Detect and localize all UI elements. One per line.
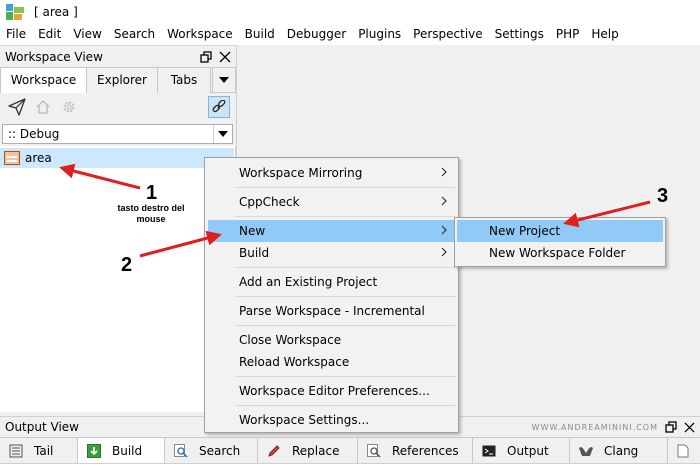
tab-explorer[interactable]: Explorer <box>86 67 158 93</box>
output-tab-output[interactable]: Output <box>473 438 570 464</box>
annotation-step-2: 2 <box>121 254 133 276</box>
chevron-down-icon <box>219 77 229 83</box>
link-icon <box>212 100 226 113</box>
watermark: WWW.ANDREAMININI.COM <box>531 422 658 432</box>
output-content <box>0 463 700 470</box>
menu-view[interactable]: View <box>67 24 107 45</box>
submenu-new: New Project New Workspace Folder <box>454 217 666 267</box>
terminal-icon <box>481 443 497 459</box>
annotation-step-3: 3 <box>657 185 669 207</box>
pencil-icon <box>266 443 282 459</box>
send-icon[interactable] <box>6 96 28 118</box>
menu-item-parse-workspace[interactable]: Parse Workspace - Incremental <box>208 300 455 322</box>
menu-bar: File Edit View Search Workspace Build De… <box>0 24 700 45</box>
tab-tabs[interactable]: Tabs <box>157 67 211 93</box>
search-icon <box>173 443 189 459</box>
tree-item-workspace[interactable]: area <box>0 148 234 168</box>
menu-item-new[interactable]: New <box>208 220 455 242</box>
output-tab-more[interactable] <box>668 438 700 464</box>
menu-help[interactable]: Help <box>585 24 624 45</box>
build-icon <box>86 443 102 459</box>
title-bar: [ area ] <box>0 0 700 24</box>
menu-debugger[interactable]: Debugger <box>281 24 352 45</box>
output-tabs: Tail Build Search Replace References Out… <box>0 437 700 464</box>
tabs-dropdown-button[interactable] <box>212 67 236 93</box>
output-tab-replace[interactable]: Replace <box>258 438 358 464</box>
output-tab-references[interactable]: References <box>358 438 473 464</box>
menu-settings[interactable]: Settings <box>489 24 550 45</box>
gear-icon[interactable] <box>58 96 80 118</box>
annotation-step-1: 1 <box>146 182 158 204</box>
menu-item-workspace-mirroring[interactable]: Workspace Mirroring <box>208 162 455 184</box>
chevron-down-icon <box>218 131 228 137</box>
menu-search[interactable]: Search <box>108 24 161 45</box>
tab-workspace[interactable]: Workspace <box>0 67 87 94</box>
menu-item-new-project[interactable]: New Project <box>457 220 663 242</box>
chevron-right-icon <box>441 167 447 177</box>
menu-file[interactable]: File <box>0 24 32 45</box>
menu-php[interactable]: PHP <box>550 24 586 45</box>
output-tab-tail[interactable]: Tail <box>0 438 78 464</box>
chevron-right-icon <box>441 225 447 235</box>
codelite-logo-icon <box>6 4 24 20</box>
workspace-tree: area <box>0 146 236 412</box>
clang-icon <box>578 443 594 459</box>
menu-perspective[interactable]: Perspective <box>407 24 489 45</box>
output-tab-clang[interactable]: Clang <box>570 438 668 464</box>
output-tab-search[interactable]: Search <box>165 438 258 464</box>
workspace-tabs: Workspace Explorer Tabs <box>0 67 236 94</box>
workspace-view-header: Workspace View <box>0 45 236 67</box>
chevron-right-icon <box>441 196 447 206</box>
list-icon <box>8 443 24 459</box>
menu-plugins[interactable]: Plugins <box>352 24 407 45</box>
workspace-view-title: Workspace View <box>5 49 103 64</box>
build-config-select[interactable]: :: Debug <box>2 124 233 144</box>
menu-item-build[interactable]: Build <box>208 242 455 264</box>
menu-workspace[interactable]: Workspace <box>161 24 239 45</box>
document-icon <box>676 443 690 459</box>
menu-item-editor-preferences[interactable]: Workspace Editor Preferences... <box>208 380 455 402</box>
chevron-right-icon <box>441 247 447 257</box>
menu-item-new-workspace-folder[interactable]: New Workspace Folder <box>457 242 663 264</box>
link-editor-button[interactable] <box>208 96 230 118</box>
window-title: [ area ] <box>34 5 78 19</box>
tree-item-label: area <box>25 151 52 165</box>
close-icon[interactable] <box>217 49 233 65</box>
workspace-toolbar <box>0 93 236 121</box>
workspace-icon <box>4 151 20 165</box>
menu-item-reload-workspace[interactable]: Reload Workspace <box>208 351 455 373</box>
build-config-value: :: Debug <box>8 127 60 141</box>
menu-item-cppcheck[interactable]: CppCheck <box>208 191 455 213</box>
menu-item-add-existing-project[interactable]: Add an Existing Project <box>208 271 455 293</box>
menu-item-workspace-settings[interactable]: Workspace Settings... <box>208 409 455 431</box>
restore-icon[interactable] <box>664 420 678 434</box>
menu-edit[interactable]: Edit <box>32 24 67 45</box>
output-tab-build[interactable]: Build <box>78 438 165 464</box>
restore-icon[interactable] <box>198 49 214 65</box>
home-icon[interactable] <box>32 96 54 118</box>
menu-item-close-workspace[interactable]: Close Workspace <box>208 329 455 351</box>
context-menu: Workspace Mirroring CppCheck New Build A… <box>204 157 459 433</box>
menu-build[interactable]: Build <box>239 24 281 45</box>
references-icon <box>366 443 382 459</box>
close-icon[interactable] <box>682 420 696 434</box>
annotation-note-1: tasto destro del mouse <box>117 203 185 224</box>
